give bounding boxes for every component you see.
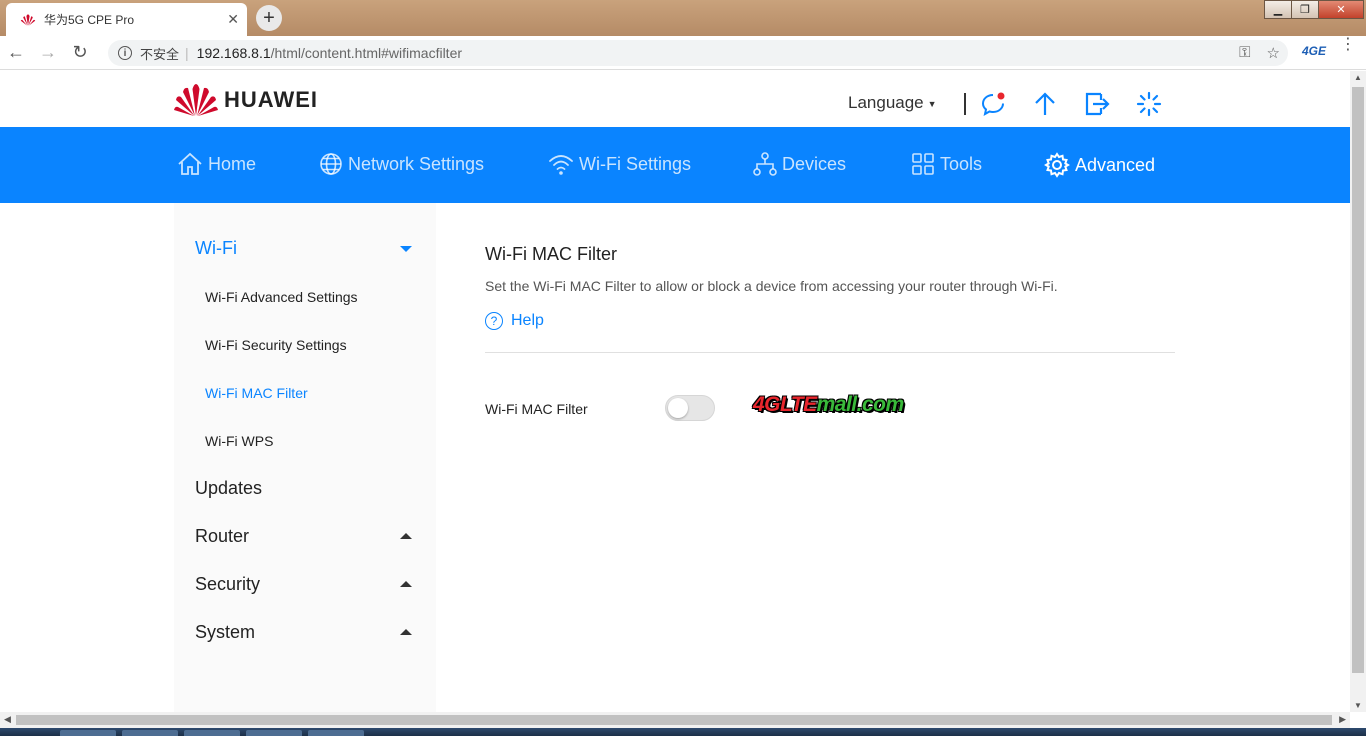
- sidebar-item-wifi-wps[interactable]: Wi-Fi WPS: [205, 433, 273, 449]
- gear-icon: [1044, 152, 1070, 178]
- url-path: /html/content.html#wifimacfilter: [270, 45, 463, 61]
- browser-tabstrip: 华为5G CPE Pro ✕ + ▁ ❐ ✕: [0, 0, 1366, 36]
- scroll-right-icon[interactable]: ▶: [1339, 714, 1346, 725]
- router-expand-arrow-icon[interactable]: [400, 533, 412, 539]
- nav-wifi-settings-label: Wi-Fi Settings: [579, 153, 692, 174]
- wifi-collapse-arrow-icon[interactable]: [400, 246, 412, 252]
- browser-toolbar: ← → ↻ i 不安全 | 192.168.8.1 /html/content.…: [0, 36, 1366, 70]
- omnibox-actions: ⚿ ☆: [1239, 44, 1280, 62]
- page-title: Wi-Fi MAC Filter: [485, 244, 617, 264]
- settings-sidebar: Wi-Fi Wi-Fi Advanced Settings Wi-Fi Secu…: [174, 203, 436, 712]
- message-icon[interactable]: [980, 91, 1006, 117]
- nav-devices[interactable]: Devices: [752, 151, 846, 177]
- sidebar-group-security[interactable]: Security: [195, 574, 260, 595]
- taskbar-button[interactable]: [184, 730, 240, 736]
- language-caret-icon: ▼: [927, 98, 937, 109]
- taskbar-button[interactable]: [246, 730, 302, 736]
- nav-network-settings-label: Network Settings: [348, 153, 485, 174]
- logout-icon[interactable]: [1084, 91, 1110, 117]
- section-divider: [485, 352, 1175, 353]
- scroll-down-icon[interactable]: ▼: [1354, 701, 1362, 710]
- watermark-part1: 4GLTE: [753, 393, 817, 416]
- url-host: 192.168.8.1: [196, 45, 271, 61]
- mac-filter-toggle[interactable]: [665, 395, 715, 421]
- vertical-scroll-thumb[interactable]: [1352, 87, 1364, 673]
- devices-icon: [753, 152, 777, 176]
- brand-name: HUAWEI: [224, 87, 318, 112]
- bookmark-star-icon[interactable]: ☆: [1267, 44, 1280, 62]
- sidebar-group-system[interactable]: System: [195, 622, 255, 643]
- browser-tab[interactable]: 华为5G CPE Pro ✕: [6, 3, 247, 36]
- reload-button[interactable]: ↻: [64, 42, 96, 63]
- scroll-left-icon[interactable]: ◀: [4, 714, 11, 725]
- key-icon[interactable]: ⚿: [1239, 44, 1250, 62]
- toggle-knob: [668, 398, 688, 418]
- horizontal-scrollbar[interactable]: ◀ ▶: [0, 712, 1350, 728]
- sidebar-group-wifi[interactable]: Wi-Fi: [195, 238, 237, 259]
- nav-advanced[interactable]: Advanced: [1043, 151, 1155, 179]
- huawei-favicon-icon: [20, 13, 36, 26]
- loading-spinner-icon: [1136, 91, 1162, 117]
- window-controls: ▁ ❐ ✕: [1264, 0, 1364, 19]
- main-navigation: Home Network Settings Wi-Fi Settings Dev…: [0, 127, 1350, 203]
- help-icon: ?: [485, 312, 503, 330]
- nav-home-label: Home: [208, 153, 257, 174]
- taskbar-button[interactable]: [122, 730, 178, 736]
- page-description: Set the Wi-Fi MAC Filter to allow or blo…: [485, 278, 1058, 294]
- browser-menu-icon[interactable]: ⋮: [1340, 37, 1356, 53]
- minimize-button[interactable]: ▁: [1264, 0, 1292, 19]
- security-expand-arrow-icon[interactable]: [400, 581, 412, 587]
- extension-4g-icon[interactable]: 4GE: [1302, 44, 1326, 58]
- address-separator: |: [185, 45, 189, 61]
- nav-advanced-label: Advanced: [1075, 154, 1156, 175]
- vertical-scrollbar[interactable]: ▲ ▼: [1350, 71, 1366, 712]
- nav-tools-label: Tools: [940, 153, 983, 174]
- site-info-icon[interactable]: i: [118, 46, 132, 60]
- new-tab-button[interactable]: +: [256, 5, 282, 31]
- wifi-icon: [549, 155, 573, 175]
- system-expand-arrow-icon[interactable]: [400, 629, 412, 635]
- upgrade-arrow-icon[interactable]: [1032, 91, 1058, 117]
- header-divider: [964, 93, 966, 115]
- os-taskbar: [0, 728, 1366, 736]
- scroll-up-icon[interactable]: ▲: [1354, 73, 1362, 82]
- home-icon: [178, 152, 202, 175]
- sidebar-group-router[interactable]: Router: [195, 526, 249, 547]
- back-button[interactable]: ←: [0, 42, 32, 63]
- taskbar-button[interactable]: [60, 730, 116, 736]
- forward-button[interactable]: →: [32, 42, 64, 63]
- language-label: Language: [848, 93, 924, 112]
- nav-tools[interactable]: Tools: [910, 151, 982, 177]
- huawei-logo[interactable]: HUAWEI: [174, 83, 318, 117]
- nav-network-settings[interactable]: Network Settings: [318, 151, 484, 177]
- tab-close-icon[interactable]: ✕: [227, 11, 239, 28]
- sidebar-item-wifi-mac-filter[interactable]: Wi-Fi MAC Filter: [205, 385, 308, 401]
- sidebar-item-wifi-advanced[interactable]: Wi-Fi Advanced Settings: [205, 289, 358, 305]
- watermark-part2: mall.com: [816, 393, 905, 416]
- taskbar-button[interactable]: [308, 730, 364, 736]
- maximize-button[interactable]: ❐: [1291, 0, 1319, 19]
- nav-home[interactable]: Home: [176, 151, 256, 177]
- globe-icon: [320, 153, 342, 175]
- mac-filter-label: Wi-Fi MAC Filter: [485, 401, 588, 417]
- sidebar-group-updates[interactable]: Updates: [195, 478, 262, 499]
- page-viewport: HUAWEI Language ▼ Home Network Settings …: [0, 71, 1350, 712]
- address-bar[interactable]: i 不安全 | 192.168.8.1 /html/content.html#w…: [108, 40, 1288, 66]
- help-link[interactable]: ? Help: [485, 312, 544, 330]
- tab-title: 华为5G CPE Pro: [44, 13, 135, 27]
- horizontal-scroll-thumb[interactable]: [16, 715, 1332, 725]
- sidebar-item-wifi-security[interactable]: Wi-Fi Security Settings: [205, 337, 347, 353]
- security-status: 不安全: [140, 46, 180, 62]
- router-header: HUAWEI Language ▼: [0, 71, 1350, 127]
- nav-wifi-settings[interactable]: Wi-Fi Settings: [547, 151, 691, 177]
- tools-icon: [912, 153, 934, 175]
- huawei-flower-icon: [174, 84, 218, 116]
- language-dropdown[interactable]: Language ▼: [848, 93, 937, 113]
- help-label: Help: [511, 312, 544, 329]
- window-close-button[interactable]: ✕: [1318, 0, 1364, 19]
- watermark-logo: 4GLTEmall.com: [753, 393, 904, 417]
- nav-devices-label: Devices: [782, 153, 847, 174]
